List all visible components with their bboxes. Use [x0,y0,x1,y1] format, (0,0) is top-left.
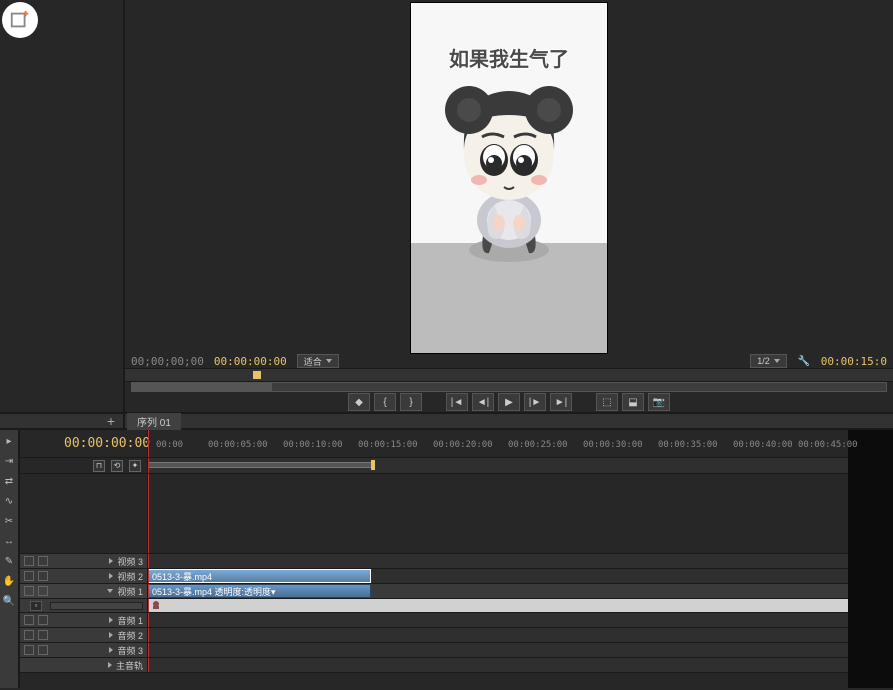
audio-track-2[interactable]: 音频 2 [20,628,848,643]
audio-track-3[interactable]: 音频 3 [20,643,848,658]
monitor-scrubber[interactable] [131,382,887,392]
step-forward-button[interactable]: |► [524,393,546,411]
video-track-3[interactable]: 视频 3 [20,554,848,569]
monitor-time-row: 00;00;00;00 00:00:00:00 适合 1/2 🔧 00:00:1… [125,354,893,368]
pen-tool[interactable]: ✎ [2,554,16,568]
new-item-icon[interactable]: + [107,414,115,428]
play-button[interactable]: ▶ [498,393,520,411]
transport-controls: ◆ { } |◄ ◄| ▶ |► ►| ⬚ ⬓ 📷 [125,392,893,412]
lock-icon[interactable] [38,571,48,581]
in-point-button[interactable]: { [374,393,396,411]
export-frame-button[interactable]: 📷 [648,393,670,411]
settings-icon[interactable]: 🔧 [797,356,811,367]
thumbnail-icon [150,600,162,610]
lock-icon[interactable] [38,645,48,655]
expand-icon[interactable] [109,573,113,579]
mute-icon[interactable] [24,645,34,655]
new-project-icon [9,9,31,31]
app-badge [2,2,38,38]
video-track-1[interactable]: 视频 1 0513-3-暴.mp4 透明度:透明度▾ [20,584,848,599]
expand-icon[interactable] [109,617,113,623]
eye-icon[interactable] [24,556,34,566]
go-to-in-button[interactable]: |◄ [446,393,468,411]
expand-icon[interactable] [109,558,113,564]
clip-thumbnail-strip[interactable] [148,599,848,612]
ripple-tool[interactable]: ⇄ [2,474,16,488]
step-back-button[interactable]: ◄| [472,393,494,411]
lift-button[interactable]: ⬚ [596,393,618,411]
video-caption: 如果我生气了 [411,43,607,72]
lock-icon[interactable] [38,630,48,640]
snap-toggle[interactable]: ⊓ [93,460,105,472]
slip-tool[interactable]: ↔ [2,534,16,548]
eye-icon[interactable] [24,586,34,596]
audio-meter [848,430,893,688]
track-select-tool[interactable]: ⇥ [2,454,16,468]
character-illustration [434,75,584,275]
lock-icon[interactable] [38,615,48,625]
source-panel [0,0,125,412]
marker-toggle[interactable]: ✦ [129,460,141,472]
mute-icon[interactable] [24,630,34,640]
work-area-bar[interactable] [148,458,848,473]
go-to-out-button[interactable]: ►| [550,393,572,411]
sync-toggle[interactable]: ⟲ [111,460,123,472]
extract-button[interactable]: ⬓ [622,393,644,411]
expand-icon[interactable] [108,662,112,668]
mute-icon[interactable] [24,615,34,625]
fit-dropdown[interactable]: 适合 [297,354,339,368]
monitor-ruler[interactable] [125,368,893,382]
video-clip[interactable]: 0513-3-暴.mp4 [148,569,371,583]
expand-icon[interactable] [109,632,113,638]
lock-icon[interactable] [38,586,48,596]
source-timecode: 00;00;00;00 [131,355,204,368]
preview-canvas[interactable]: 如果我生气了 [410,2,608,354]
track-height-slider[interactable] [50,602,143,610]
hand-tool[interactable]: ✋ [2,574,16,588]
program-timecode[interactable]: 00:00:00:00 [214,355,287,368]
add-marker-button[interactable]: ◆ [348,393,370,411]
timeline-timecode[interactable]: 00:00:00:00 [64,436,150,451]
timeline-ruler[interactable]: 00:00 00:00:05:00 00:00:10:00 00:00:15:0… [148,430,848,457]
master-audio-track[interactable]: 主音轨 [20,658,848,673]
rate-tool[interactable]: ∿ [2,494,16,508]
zoom-dropdown[interactable]: 1/2 [750,354,787,368]
razor-tool[interactable]: ✂ [2,514,16,528]
sequence-tab[interactable]: 序列 01 [127,413,181,430]
monitor-playhead-icon[interactable] [253,371,261,379]
project-tab-area: + [0,414,125,428]
expand-icon[interactable] [109,647,113,653]
out-point-button[interactable]: } [400,393,422,411]
video-track-2[interactable]: 视频 2 0513-3-暴.mp4 [20,569,848,584]
eye-icon[interactable] [24,571,34,581]
timeline-playhead[interactable] [148,430,149,457]
fx-button[interactable]: ▫ [30,601,42,611]
audio-track-1[interactable]: 音频 1 [20,613,848,628]
lock-icon[interactable] [38,556,48,566]
tool-palette: ▸ ⇥ ⇄ ∿ ✂ ↔ ✎ ✋ 🔍 [0,430,20,688]
video-clip[interactable]: 0513-3-暴.mp4 透明度:透明度▾ [148,584,371,598]
selection-tool[interactable]: ▸ [2,434,16,448]
collapse-icon[interactable] [107,589,113,593]
duration-timecode: 00:00:15:0 [821,355,887,368]
program-monitor: 如果我生气了 [125,0,893,412]
zoom-tool[interactable]: 🔍 [2,594,16,608]
